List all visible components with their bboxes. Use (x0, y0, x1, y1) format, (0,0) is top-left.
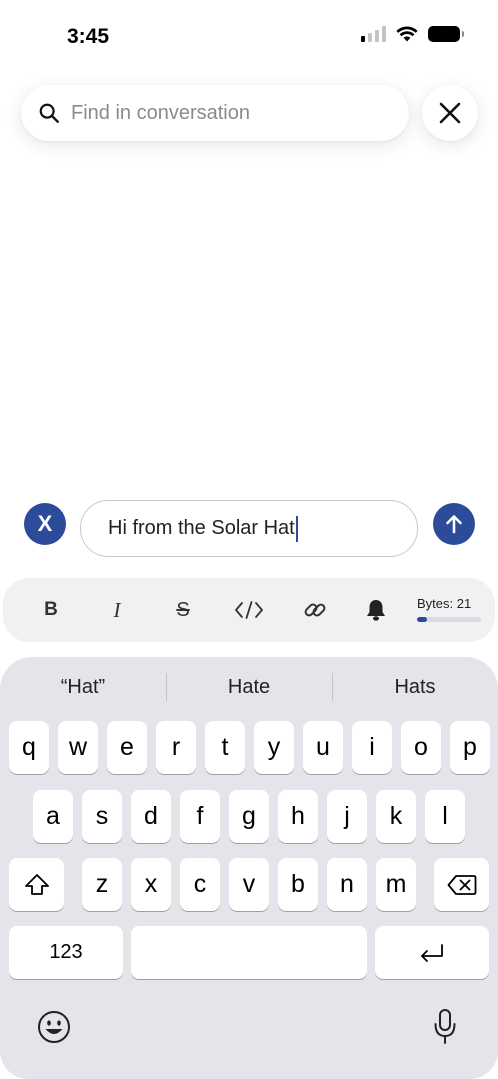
key-i[interactable]: i (352, 721, 392, 774)
link-button[interactable] (297, 592, 333, 628)
dictation-key[interactable] (428, 1007, 462, 1047)
close-search-button[interactable] (422, 85, 478, 141)
search-icon (39, 103, 59, 123)
send-button[interactable] (433, 503, 475, 545)
suggestion-item[interactable]: Hate (166, 671, 332, 703)
emoji-icon (38, 1011, 70, 1043)
italic-button[interactable]: I (99, 592, 135, 628)
key-g[interactable]: g (229, 790, 269, 843)
key-z[interactable]: z (82, 858, 122, 911)
key-j[interactable]: j (327, 790, 367, 843)
bytes-progress-bar (417, 617, 481, 622)
key-b[interactable]: b (278, 858, 318, 911)
status-icons (361, 26, 464, 42)
battery-icon (428, 26, 464, 42)
key-l[interactable]: l (425, 790, 465, 843)
key-t[interactable]: t (205, 721, 245, 774)
bytes-progress-fill (417, 617, 427, 622)
key-d[interactable]: d (131, 790, 171, 843)
search-bar (21, 85, 409, 141)
key-m[interactable]: m (376, 858, 416, 911)
cellular-signal-icon (361, 26, 386, 42)
key-c[interactable]: c (180, 858, 220, 911)
key-h[interactable]: h (278, 790, 318, 843)
key-r[interactable]: r (156, 721, 196, 774)
emoji-key[interactable] (36, 1009, 72, 1045)
space-key[interactable] (131, 926, 367, 979)
close-icon (439, 102, 461, 124)
bytes-counter: Bytes: 21 (417, 596, 472, 611)
code-button[interactable] (231, 592, 267, 628)
clear-message-button[interactable]: X (24, 503, 66, 545)
key-e[interactable]: e (107, 721, 147, 774)
wifi-icon (396, 26, 418, 42)
key-w[interactable]: w (58, 721, 98, 774)
key-u[interactable]: u (303, 721, 343, 774)
code-icon (235, 601, 263, 619)
suggestion-item[interactable]: “Hat” (0, 671, 166, 703)
mention-notify-button[interactable] (358, 592, 394, 628)
shift-icon (24, 873, 49, 895)
return-icon (421, 943, 443, 962)
key-s[interactable]: s (82, 790, 122, 843)
backspace-icon (447, 874, 476, 895)
status-time: 3:45 (67, 25, 110, 48)
microphone-icon (434, 1009, 456, 1044)
formatting-toolbar: B I S Bytes: 21 (3, 578, 495, 642)
strikethrough-button[interactable]: S (165, 592, 201, 628)
keyboard: “Hat” Hate Hats qwertyuiop asdfghjkl zxcvb… (0, 657, 498, 1079)
key-k[interactable]: k (376, 790, 416, 843)
text-cursor (295, 515, 298, 542)
key-o[interactable]: o (401, 721, 441, 774)
key-f[interactable]: f (180, 790, 220, 843)
bell-icon (367, 600, 385, 621)
return-key[interactable] (375, 926, 489, 979)
suggestion-bar: “Hat” Hate Hats (0, 671, 498, 703)
link-icon (304, 603, 326, 617)
status-bar: 3:45 (0, 0, 498, 70)
arrow-up-icon (446, 515, 462, 534)
key-v[interactable]: v (229, 858, 269, 911)
key-x[interactable]: x (131, 858, 171, 911)
shift-key[interactable] (9, 858, 64, 911)
key-y[interactable]: y (254, 721, 294, 774)
backspace-key[interactable] (434, 858, 489, 911)
key-n[interactable]: n (327, 858, 367, 911)
suggestion-item[interactable]: Hats (332, 671, 498, 703)
message-input[interactable]: Hi from the Solar Hat (80, 500, 418, 557)
key-p[interactable]: p (450, 721, 490, 774)
message-text: Hi from the Solar Hat (108, 517, 295, 539)
key-a[interactable]: a (33, 790, 73, 843)
bold-button[interactable]: B (33, 592, 69, 628)
search-input[interactable] (71, 101, 391, 125)
numbers-key[interactable]: 123 (9, 926, 123, 979)
key-q[interactable]: q (9, 721, 49, 774)
